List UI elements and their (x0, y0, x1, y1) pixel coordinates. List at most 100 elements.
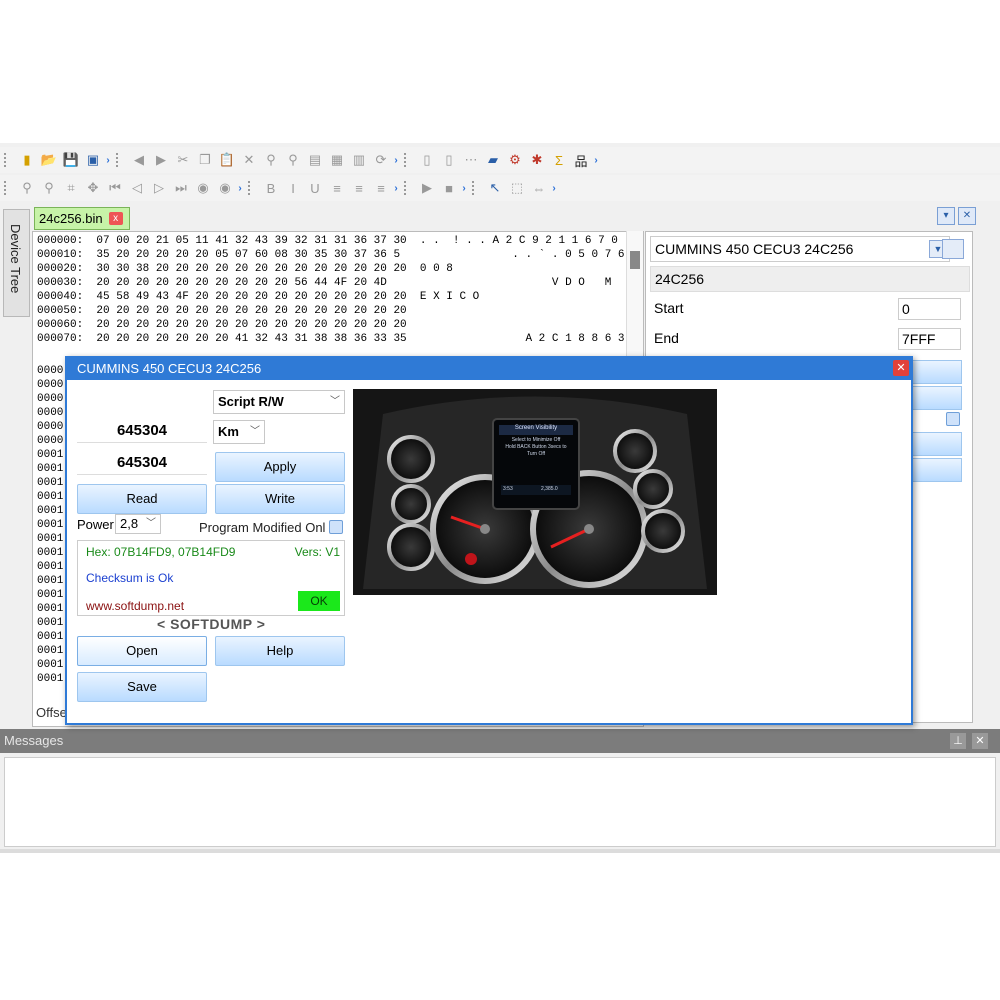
last-icon[interactable]: ⏭ (172, 179, 190, 197)
save-as-icon[interactable]: ▣ (84, 151, 102, 169)
mileage-field-1[interactable]: 645304 (77, 420, 207, 443)
sync-icon[interactable]: ⟳ (372, 151, 390, 169)
read-button[interactable]: Read (77, 484, 207, 514)
more-icon[interactable]: › (236, 181, 244, 195)
program-modified-checkbox[interactable] (329, 520, 343, 534)
screen-time: 3:53 (503, 486, 513, 492)
toolbar-grip[interactable] (116, 153, 124, 167)
undo-icon[interactable]: ◀ (130, 151, 148, 169)
open-folder-icon[interactable]: 📂 (40, 151, 58, 169)
chevron-down-icon[interactable]: ▾ (937, 207, 955, 225)
hex-offset: 0001 (37, 519, 64, 531)
toolbar-grip[interactable] (248, 181, 256, 195)
website-link[interactable]: www.softdump.net (86, 599, 184, 613)
cut-icon[interactable]: ✂ (174, 151, 192, 169)
redo-icon[interactable]: ▶ (152, 151, 170, 169)
mode-select[interactable]: Script R/W ﹀ (213, 390, 345, 414)
page2-icon[interactable]: ▯ (440, 151, 458, 169)
select-icon[interactable]: ⬚ (508, 179, 526, 197)
scroll-thumb[interactable] (630, 251, 640, 269)
more-icon[interactable]: › (392, 181, 400, 195)
apply-button[interactable]: Apply (215, 452, 345, 482)
device-select[interactable]: CUMMINS 450 CECU3 24C256 ▼ (650, 236, 950, 262)
end-field[interactable]: 7FFF (898, 328, 961, 350)
fit-icon[interactable]: ⌗ (62, 179, 80, 197)
new-file-icon[interactable]: ▮ (18, 151, 36, 169)
first-icon[interactable]: ⏮ (106, 179, 124, 197)
toolbar-grip[interactable] (4, 181, 12, 195)
bold-icon[interactable]: B (262, 179, 280, 197)
pointer-icon[interactable]: ↖ (486, 179, 504, 197)
settings-icon[interactable]: ⚙ (506, 151, 524, 169)
close-icon[interactable]: ✕ (893, 360, 909, 376)
table-icon[interactable]: ▦ (328, 151, 346, 169)
add-device-icon[interactable] (942, 239, 964, 259)
start-field[interactable]: 0 (898, 298, 961, 320)
unit-select[interactable]: Km ﹀ (213, 420, 265, 444)
compare-icon[interactable]: ▥ (350, 151, 368, 169)
write-button[interactable]: Write (215, 484, 345, 514)
align-center-icon[interactable]: ≡ (350, 179, 368, 197)
prev-icon[interactable]: ◁ (128, 179, 146, 197)
delete-icon[interactable]: ✕ (240, 151, 258, 169)
replace-icon[interactable]: ⚲ (284, 151, 302, 169)
more-icon[interactable]: › (550, 181, 558, 195)
screen-title: Screen Visibility (514, 425, 558, 431)
align-right-icon[interactable]: ≡ (372, 179, 390, 197)
underline-icon[interactable]: U (306, 179, 324, 197)
more-icon[interactable]: › (392, 153, 400, 167)
hex-row[interactable]: 000050: 20 20 20 20 20 20 20 20 20 20 20… (37, 304, 407, 318)
save-button[interactable]: Save (77, 672, 207, 702)
more-icon[interactable]: › (104, 153, 112, 167)
open-button[interactable]: Open (77, 636, 207, 666)
hex-row[interactable]: 000070: 20 20 20 20 20 20 20 41 32 43 31… (37, 332, 638, 346)
hex-row[interactable]: 000040: 45 58 49 43 4F 20 20 20 20 20 20… (37, 290, 479, 304)
mileage-field-2[interactable]: 645304 (77, 452, 207, 475)
save-icon[interactable]: 💾 (62, 151, 80, 169)
help-button[interactable]: Help (215, 636, 345, 666)
dialog-titlebar: CUMMINS 450 CECU3 24C256 ✕ (67, 358, 911, 380)
find-icon[interactable]: ⚲ (262, 151, 280, 169)
messages-title: Messages (4, 733, 64, 748)
page-icon[interactable]: ▯ (418, 151, 436, 169)
hex-offset: 0001 (37, 547, 64, 559)
align-left-icon[interactable]: ≡ (328, 179, 346, 197)
toolbar-grip[interactable] (4, 153, 12, 167)
close-icon[interactable]: ✕ (958, 207, 976, 225)
book-icon[interactable]: ▰ (484, 151, 502, 169)
toolbar-grip[interactable] (404, 153, 412, 167)
circle-left-icon[interactable]: ◉ (194, 179, 212, 197)
play-icon[interactable]: ▶ (418, 179, 436, 197)
network-icon[interactable]: 品 (572, 151, 590, 169)
toolbar-grip[interactable] (472, 181, 480, 195)
resize-icon[interactable]: ⇔ (530, 179, 548, 197)
hex-row[interactable]: 000060: 20 20 20 20 20 20 20 20 20 20 20… (37, 318, 407, 332)
hex-row[interactable]: 000030: 20 20 20 20 20 20 20 20 20 20 56… (37, 276, 611, 290)
next-icon[interactable]: ▷ (150, 179, 168, 197)
hex-row[interactable]: 000000: 07 00 20 21 05 11 41 32 43 39 32… (37, 234, 618, 248)
more-icon[interactable]: › (592, 153, 600, 167)
close-icon[interactable]: ✕ (972, 733, 988, 749)
toolbar-grip[interactable] (404, 181, 412, 195)
bug-icon[interactable]: ✱ (528, 151, 546, 169)
zoom-in-icon[interactable]: ⚲ (18, 179, 36, 197)
close-icon[interactable]: x (108, 212, 123, 225)
hex-row[interactable]: 000010: 35 20 20 20 20 20 05 07 60 08 30… (37, 248, 625, 262)
panel-checkbox[interactable] (946, 412, 960, 426)
zoom-out-icon[interactable]: ⚲ (40, 179, 58, 197)
copy-icon[interactable]: ❐ (196, 151, 214, 169)
paste-icon[interactable]: 📋 (218, 151, 236, 169)
more-icon[interactable]: › (460, 181, 468, 195)
grid-icon[interactable]: ⋯ (462, 151, 480, 169)
sigma-icon[interactable]: Σ (550, 151, 568, 169)
move-icon[interactable]: ✥ (84, 179, 102, 197)
stop-icon[interactable]: ■ (440, 179, 458, 197)
pin-icon[interactable]: ⊥ (950, 733, 966, 749)
italic-icon[interactable]: I (284, 179, 302, 197)
power-select[interactable]: 2,8 ﹀ (115, 514, 161, 534)
hex-row[interactable]: 000020: 30 30 38 20 20 20 20 20 20 20 20… (37, 262, 453, 276)
device-tree-tab[interactable]: Device Tree (3, 209, 30, 317)
circle-right-icon[interactable]: ◉ (216, 179, 234, 197)
document-icon[interactable]: ▤ (306, 151, 324, 169)
file-tab[interactable]: 24c256.bin x (34, 207, 130, 230)
